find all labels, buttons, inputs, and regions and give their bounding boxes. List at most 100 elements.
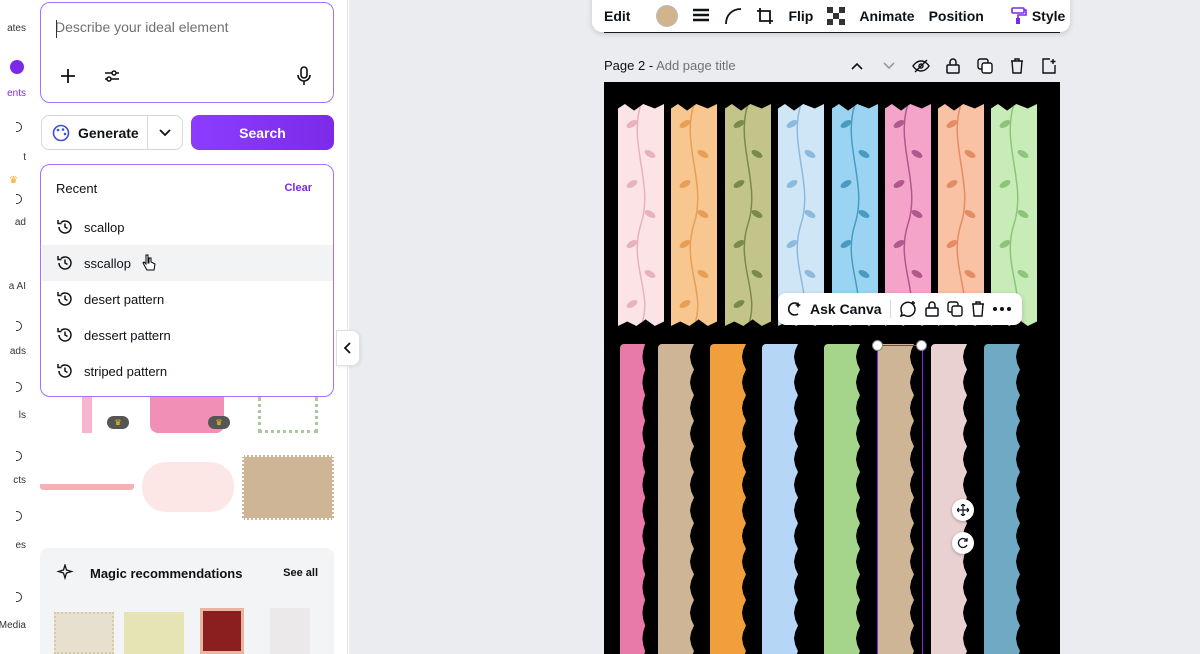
search-button-label: Search: [239, 124, 286, 141]
generate-button[interactable]: Generate: [41, 115, 148, 150]
hide-page-button[interactable]: [910, 56, 932, 76]
history-icon: [57, 256, 72, 270]
selection-box: [877, 345, 923, 654]
collapse-panel-button[interactable]: [336, 330, 360, 366]
design-page[interactable]: [604, 82, 1060, 654]
crown-icon: ♛: [208, 416, 230, 429]
washi-tape-element[interactable]: [725, 104, 771, 326]
recent-item-label: sscallop: [84, 255, 131, 271]
rail-item-text[interactable]: t: [23, 152, 26, 163]
edit-button[interactable]: Edit: [604, 8, 630, 24]
scallop-strip-element[interactable]: [824, 344, 860, 654]
crown-icon: ♛: [107, 416, 129, 429]
recommendation-thumbnail[interactable]: [270, 608, 310, 654]
rotate-button[interactable]: [952, 532, 974, 554]
rail-item-elements[interactable]: ents: [7, 88, 26, 99]
transparency-icon: [827, 7, 846, 25]
washi-tape-element[interactable]: [671, 104, 717, 326]
recent-item[interactable]: desert pattern: [42, 281, 333, 317]
microphone-icon[interactable]: [293, 65, 315, 87]
border-style-button[interactable]: [692, 8, 710, 24]
animate-button[interactable]: Animate: [859, 8, 914, 24]
palette-icon: [52, 124, 70, 141]
recent-item[interactable]: scallop: [42, 209, 333, 245]
border-style-icon: [693, 8, 710, 22]
element-thumbnail[interactable]: [258, 397, 318, 433]
recent-item[interactable]: sscallop: [42, 245, 333, 281]
style-button[interactable]: Style: [1010, 7, 1065, 25]
more-options-icon[interactable]: [992, 307, 1011, 311]
rail-item-canva-ai[interactable]: a AI: [9, 281, 26, 292]
comment-icon[interactable]: [899, 300, 917, 318]
lock-icon[interactable]: [924, 301, 939, 317]
menu-divider: [889, 300, 891, 318]
recommendation-thumbnail[interactable]: [54, 612, 114, 654]
rail-item-brand[interactable]: ad: [15, 217, 26, 228]
see-all-link[interactable]: See all: [283, 567, 318, 579]
scallop-strip-element[interactable]: [658, 344, 694, 654]
brand-icon: [16, 194, 22, 204]
crop-button[interactable]: [756, 7, 774, 25]
page-label: Page 2 -: [604, 58, 654, 73]
search-button[interactable]: Search: [191, 115, 334, 150]
page-title-input[interactable]: Add page title: [656, 58, 736, 73]
history-icon: [57, 292, 72, 306]
recent-title: Recent: [56, 181, 98, 196]
flip-button[interactable]: Flip: [788, 8, 813, 24]
chevron-down-icon: [159, 128, 171, 136]
scallop-strip-element[interactable]: [762, 344, 798, 654]
color-swatch-button[interactable]: [656, 5, 679, 27]
search-input[interactable]: [55, 19, 315, 35]
plus-icon[interactable]: [57, 65, 79, 87]
element-thumbnail[interactable]: [242, 455, 334, 520]
duplicate-page-button[interactable]: [974, 56, 996, 76]
washi-tape-element[interactable]: [618, 104, 664, 326]
ask-canva-button[interactable]: Ask Canva: [810, 301, 882, 317]
lock-page-button[interactable]: [942, 56, 964, 76]
recent-item[interactable]: dessert pattern: [42, 317, 333, 353]
search-box[interactable]: [40, 2, 334, 103]
recent-item-label: striped pattern: [84, 363, 168, 379]
transparency-button[interactable]: [827, 7, 846, 25]
selection-handle[interactable]: [916, 340, 927, 351]
clear-recent-button[interactable]: Clear: [284, 182, 312, 194]
rail-item-templates[interactable]: ates: [7, 23, 26, 34]
scallop-strip-element[interactable]: [620, 344, 646, 654]
duplicate-icon[interactable]: [946, 301, 963, 317]
generate-dropdown[interactable]: [147, 115, 183, 150]
scallop-strip-element[interactable]: [710, 344, 746, 654]
eye-off-icon: [912, 59, 930, 73]
move-page-down-button[interactable]: [878, 56, 900, 76]
trash-icon[interactable]: [971, 301, 985, 317]
recommendation-thumbnail[interactable]: [200, 608, 244, 654]
element-thumbnail[interactable]: [40, 484, 134, 490]
rail-item-uploads[interactable]: ads: [10, 346, 26, 357]
elements-panel: Generate Search Recent Clear scallop ssc…: [30, 0, 348, 654]
recent-item[interactable]: striped pattern: [42, 353, 333, 389]
crown-icon: ♛: [9, 175, 18, 186]
scallop-strip-element[interactable]: [984, 344, 1020, 654]
rail-item-media[interactable]: Media: [0, 620, 26, 631]
add-page-button[interactable]: [1038, 56, 1060, 76]
rail-item-tools[interactable]: ls: [19, 410, 26, 421]
corner-rounding-button[interactable]: [724, 7, 742, 25]
element-thumbnail[interactable]: [82, 397, 92, 433]
add-page-icon: [1042, 58, 1056, 74]
magic-title: Magic recommendations: [90, 566, 243, 581]
rail-item-projects[interactable]: cts: [13, 475, 26, 486]
rotate-icon: [957, 537, 968, 549]
element-thumbnail[interactable]: [142, 462, 234, 512]
recent-item-label: scallop: [84, 219, 125, 235]
elements-icon: [10, 60, 24, 74]
rail-item-apps[interactable]: es: [15, 540, 26, 551]
delete-page-button[interactable]: [1006, 56, 1028, 76]
sliders-icon[interactable]: [101, 65, 123, 87]
recommendation-thumbnail[interactable]: [124, 612, 184, 654]
element-context-menu: Ask Canva: [778, 293, 1022, 325]
history-icon: [57, 328, 72, 342]
position-button[interactable]: Position: [929, 8, 984, 24]
text-caret: [56, 20, 57, 38]
selection-handle[interactable]: [872, 340, 883, 351]
move-button[interactable]: [952, 499, 974, 521]
move-page-up-button[interactable]: [846, 56, 868, 76]
